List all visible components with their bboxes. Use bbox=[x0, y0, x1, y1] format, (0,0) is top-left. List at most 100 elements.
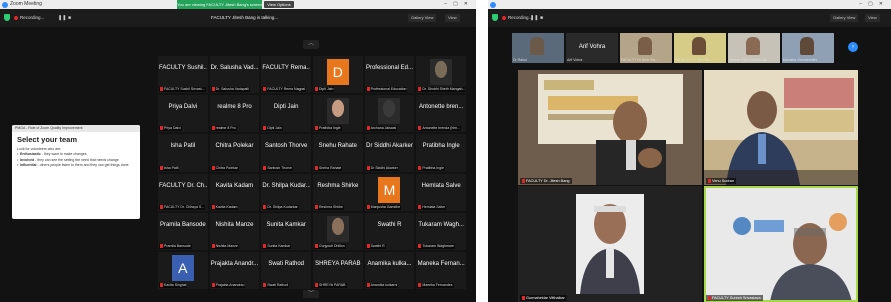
participant-display-name: Reshma Shirke bbox=[317, 182, 359, 189]
participant-display-name: Anamika kulka... bbox=[367, 260, 412, 267]
participant-display-name: Nishita Manze bbox=[215, 221, 254, 228]
participant-tile[interactable]: Nishita Manze Nishita Manze bbox=[209, 212, 260, 250]
participant-tile[interactable]: Dr. Shobhi Sheth Mangab... bbox=[416, 56, 466, 94]
mic-muted-icon bbox=[366, 126, 370, 131]
thumbnail-tile[interactable]: FACULTY Dr Arun Ga... bbox=[620, 33, 672, 63]
participant-tile[interactable]: Professional Ed... Professional Education bbox=[364, 56, 415, 94]
mic-muted-icon bbox=[366, 243, 370, 248]
view-options-button[interactable]: View Options bbox=[264, 1, 294, 8]
participant-tile[interactable]: Archana Jaiswal bbox=[364, 95, 415, 133]
participant-name-label: FACULTY Suresh Srivastava bbox=[706, 295, 763, 301]
participant-tile[interactable]: Reshma Shirke Reshma Shirke bbox=[313, 173, 363, 211]
video-tile-venu-sudran[interactable]: Venu Sudran bbox=[704, 70, 858, 185]
participant-name-label: FACULTY Dr. Shiv Gu... bbox=[675, 58, 713, 62]
participant-tile[interactable]: Dr Siddhi Akarker Dr Siddhi Akarker bbox=[364, 134, 415, 172]
participant-tile[interactable]: SHREYA PARAB SHREYA PARAB bbox=[313, 251, 363, 289]
participant-tile[interactable]: Tukaram Wagh... Tukaram Waghmare bbox=[416, 212, 466, 250]
thumbnail-tile[interactable]: FACULTY Dr. Shiv Gu... bbox=[674, 33, 726, 63]
scroll-down-button[interactable]: ﹀ bbox=[303, 290, 319, 298]
participant-tile[interactable]: FACULTY Dr. Ch... FACULTY Dr. Chhaya S... bbox=[158, 173, 208, 211]
mic-muted-icon bbox=[708, 296, 711, 300]
participant-tile[interactable]: Prathiba Ingle bbox=[313, 95, 363, 133]
thumbnail-tile[interactable]: Naresh Pillai Jemmu Ka... bbox=[728, 33, 780, 63]
video-tile-jitesh-bang[interactable]: FACULTY Dr. Jitesh Bang bbox=[518, 70, 702, 185]
participant-tile[interactable]: Swathi R Swathi R bbox=[364, 212, 415, 250]
pause-recording-icon[interactable]: ❚❚ bbox=[58, 14, 66, 22]
participant-name-label: Gurjyouti Dhillon bbox=[314, 243, 346, 249]
gallery-view-button[interactable]: Gallery View bbox=[408, 14, 437, 22]
participant-tile[interactable]: Prajakta Anandr... Prajakta Anandrao bbox=[209, 251, 260, 289]
participant-name-label: realme 8 Pro bbox=[210, 126, 237, 132]
window-controls[interactable]: –▢✕ bbox=[444, 0, 474, 9]
participant-tile[interactable]: Kavita Kadam Kavita Kadam bbox=[209, 173, 260, 211]
participant-tile[interactable]: Anamika kulka... Anamika kulkarni bbox=[364, 251, 415, 289]
thumbnail-strip: Dr Rahul Arif Vohra Arif Vohra FACULTY Dr A… bbox=[512, 33, 834, 63]
participant-tile[interactable]: Isha Patil Isha Patil bbox=[158, 134, 208, 172]
participant-display-name: Arif Vohra bbox=[578, 44, 606, 50]
slide-bullet: Influential - others people listen to th… bbox=[12, 163, 140, 169]
mic-muted-icon bbox=[315, 283, 318, 288]
gallery-view-button[interactable]: Gallery View bbox=[830, 14, 859, 22]
participant-display-name: Dr Siddhi Akarker bbox=[366, 143, 413, 150]
security-shield-icon[interactable] bbox=[492, 14, 498, 21]
participant-tile[interactable]: M Manjusha Gamdhe bbox=[364, 173, 415, 211]
participant-tile[interactable]: A Kavita Singhal bbox=[158, 251, 208, 289]
view-button[interactable]: View bbox=[865, 14, 880, 22]
security-shield-icon[interactable] bbox=[4, 14, 10, 21]
participant-name-label: Manjusha Gamdhe bbox=[365, 204, 402, 210]
participant-tile[interactable]: FACULTY Sushil... FACULTY Sushil Srivast.… bbox=[158, 56, 208, 94]
next-page-arrow-icon[interactable]: › bbox=[848, 42, 858, 52]
meeting-toolbar: Recording... ❚❚ ■ FACULTY Jitesh Bang is… bbox=[0, 9, 476, 27]
participant-tile[interactable]: Dr. Salusha Vad... Dr. Salusha Vadapalli bbox=[209, 56, 260, 94]
participant-tile[interactable]: Pramila Bansode Pramila Bansode bbox=[158, 212, 208, 250]
participant-name-label: Manisha Gumnemdev bbox=[783, 58, 818, 62]
participant-tile[interactable]: Pratibha Ingle Pratibha Ingle bbox=[416, 134, 466, 172]
participant-tile[interactable]: Dipti Jain Dipti Jain bbox=[261, 95, 311, 133]
participant-tile[interactable]: Santosh Thorve Santosh Thorve bbox=[261, 134, 311, 172]
participant-tile[interactable]: Gurjyouti Dhillon bbox=[313, 212, 363, 250]
video-tile-suresh-srivastava[interactable]: FACULTY Suresh Srivastava bbox=[704, 186, 858, 302]
participant-name-label: Maneka Fernandes bbox=[417, 283, 454, 288]
participant-tile[interactable]: Swati Rathod Swati Rathod bbox=[261, 251, 311, 289]
window-title: Zoom Meeting bbox=[10, 1, 42, 7]
participant-tile[interactable]: realme 8 Pro realme 8 Pro bbox=[209, 95, 260, 133]
video-tile-gurmaheklar[interactable]: Gurmaheklar Vitthalkar bbox=[518, 186, 702, 302]
participant-tile[interactable]: Priya Dalvi Priya Dalvi bbox=[158, 95, 208, 133]
participant-name-label: Naresh Pillai Jemmu Ka... bbox=[729, 58, 770, 62]
participant-tile[interactable]: Dr. Shilpa Kudar... Dr. Shilpa Kudarkar bbox=[261, 173, 311, 211]
pause-recording-icon[interactable]: ❚❚ bbox=[530, 14, 538, 22]
participant-display-name: Antonette bren... bbox=[418, 104, 464, 111]
window-controls[interactable]: –▢✕ bbox=[859, 0, 889, 9]
stop-recording-icon[interactable]: ■ bbox=[68, 14, 71, 22]
participant-tile[interactable]: D Dipti Jain bbox=[313, 56, 363, 94]
participant-tile[interactable]: Maneka Fernan... Maneka Fernandes bbox=[416, 251, 466, 289]
scroll-up-button[interactable]: ︿ bbox=[303, 40, 319, 49]
participant-tile[interactable]: Chitra Polekar Chitra Polekar bbox=[209, 134, 260, 172]
participant-tile[interactable]: Snehu Rahate Sneha Rahate bbox=[313, 134, 363, 172]
participant-name-label: Tukaram Waghmare bbox=[417, 243, 455, 249]
participant-name-label: Gurmaheklar Vitthalkar bbox=[520, 295, 567, 301]
participant-name-label: Antonette brenda (him... bbox=[417, 126, 461, 132]
mic-muted-icon bbox=[160, 126, 163, 131]
participant-name-label: FACULTY Dr. Jitesh Bang bbox=[520, 178, 572, 184]
mic-muted-icon bbox=[160, 243, 163, 248]
participant-tile[interactable]: Antonette bren... Antonette brenda (him..… bbox=[416, 95, 466, 133]
participant-display-name: Dr. Salusha Vad... bbox=[210, 65, 259, 71]
participant-tile[interactable]: FACULTY Rema... FACULTY Rema Nagpal bbox=[261, 56, 311, 94]
mic-muted-icon bbox=[418, 87, 422, 92]
stop-recording-icon[interactable]: ■ bbox=[540, 14, 543, 22]
participant-tile[interactable]: Hemlata Salve Hemlata Salve bbox=[416, 173, 466, 211]
participant-gallery: FACULTY Sushil... FACULTY Sushil Srivast.… bbox=[158, 56, 466, 289]
participant-avatar: M bbox=[378, 176, 401, 203]
thumbnail-tile[interactable]: Dr Rahul bbox=[512, 33, 564, 63]
view-button[interactable]: View bbox=[445, 14, 460, 22]
participant-name-label: Priya Dalvi bbox=[159, 126, 182, 132]
left-zoom-window: Zoom Meeting You are viewing FACULTY Jit… bbox=[0, 0, 476, 302]
thumbnail-tile[interactable]: Manisha Gumnemdev bbox=[782, 33, 834, 63]
participant-tile[interactable]: Sunita Kamkar Sunita Kamkar bbox=[261, 212, 311, 250]
thumbnail-tile[interactable]: Arif Vohra Arif Vohra bbox=[566, 33, 618, 63]
participant-name-label: Archana Jaiswal bbox=[365, 126, 398, 132]
active-speaker-label: FACULTY Jitesh Bang is talking... bbox=[211, 15, 279, 20]
video-feed bbox=[518, 70, 702, 185]
mic-muted-icon bbox=[366, 165, 370, 170]
